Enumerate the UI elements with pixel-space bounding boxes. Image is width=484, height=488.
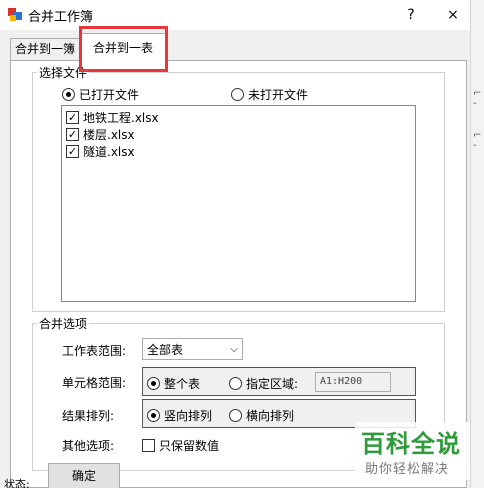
checkbox-unchecked-icon[interactable]: [142, 439, 155, 452]
status-label: 状态:: [4, 478, 30, 488]
list-item[interactable]: 隧道.xlsx: [66, 143, 135, 160]
radio-vertical-label: 竖向排列: [164, 409, 213, 423]
radio-horizontal-label: 横向排列: [246, 409, 295, 423]
radio-checked-icon: [62, 88, 75, 101]
radio-opened-files-label: 已打开文件: [79, 88, 140, 102]
merge-options-legend: 合并选项: [37, 315, 90, 332]
excel-app-icon: [8, 8, 22, 22]
file-name: 楼层.xlsx: [83, 128, 135, 142]
chevron-down-icon: ⌵: [230, 343, 238, 355]
radio-unopened-files-label: 未打开文件: [248, 88, 309, 102]
values-only-label: 只保留数值: [159, 439, 220, 453]
watermark: 百科全说 助你轻松解决: [355, 422, 470, 480]
checkbox-checked-icon[interactable]: [66, 145, 79, 158]
file-name: 地铁工程.xlsx: [83, 111, 159, 125]
edge-mark-icon: -: [473, 98, 477, 109]
file-listbox[interactable]: 地铁工程.xlsx 楼层.xlsx 隧道.xlsx: [61, 105, 416, 302]
radio-vertical[interactable]: 竖向排列: [147, 407, 212, 424]
title-bar: 合并工作簿 ? ×: [0, 0, 470, 30]
select-files-group: 选择文件 已打开文件 未打开文件 地铁工程.xlsx 楼层.xlsx: [32, 64, 445, 312]
list-item[interactable]: 楼层.xlsx: [66, 126, 135, 143]
window-title: 合并工作簿: [28, 10, 94, 25]
radio-checked-icon: [147, 377, 160, 390]
watermark-subtitle: 助你轻松解决: [365, 462, 450, 477]
radio-horizontal[interactable]: 横向排列: [229, 407, 294, 424]
checkbox-checked-icon[interactable]: [66, 128, 79, 141]
list-item[interactable]: 地铁工程.xlsx: [66, 109, 159, 126]
result-order-label: 结果排列:: [62, 409, 115, 423]
tab-merge-to-workbook[interactable]: 合并到一簿: [10, 38, 80, 60]
file-name: 隧道.xlsx: [83, 145, 135, 159]
radio-opened-files[interactable]: 已打开文件: [62, 86, 139, 103]
background-window-edge: ⌐ - ⌐ -: [470, 0, 484, 488]
other-options-label: 其他选项:: [62, 439, 115, 453]
radio-unchecked-icon: [229, 377, 242, 390]
sheet-range-select[interactable]: 全部表 ⌵: [142, 338, 243, 360]
values-only-checkbox[interactable]: 只保留数值: [142, 437, 219, 454]
checkbox-checked-icon[interactable]: [66, 111, 79, 124]
range-input[interactable]: A1:H200: [315, 372, 391, 392]
radio-unopened-files[interactable]: 未打开文件: [231, 86, 308, 103]
sheet-range-label: 工作表范围:: [62, 344, 127, 358]
radio-unchecked-icon: [231, 88, 244, 101]
radio-specify-range[interactable]: 指定区域:: [229, 375, 298, 392]
cell-range-frame: 整个表 指定区域: A1:H200: [142, 367, 416, 396]
edge-mark-icon: -: [473, 140, 477, 151]
dialog-body: 合并到一簿 合并到一表 选择文件 已打开文件 未打开文件 地铁工程.xlsx: [0, 26, 470, 488]
watermark-title: 百科全说: [361, 430, 461, 458]
close-button[interactable]: ×: [440, 4, 466, 26]
radio-whole-sheet[interactable]: 整个表: [147, 375, 200, 392]
sheet-range-value: 全部表: [147, 342, 184, 357]
help-button[interactable]: ?: [400, 4, 422, 26]
radio-unchecked-icon: [229, 409, 242, 422]
cell-range-label: 单元格范围:: [62, 376, 127, 390]
radio-specify-range-label: 指定区域:: [246, 377, 299, 391]
radio-whole-sheet-label: 整个表: [164, 377, 201, 391]
radio-checked-icon: [147, 409, 160, 422]
highlight-annotation: [79, 26, 168, 72]
